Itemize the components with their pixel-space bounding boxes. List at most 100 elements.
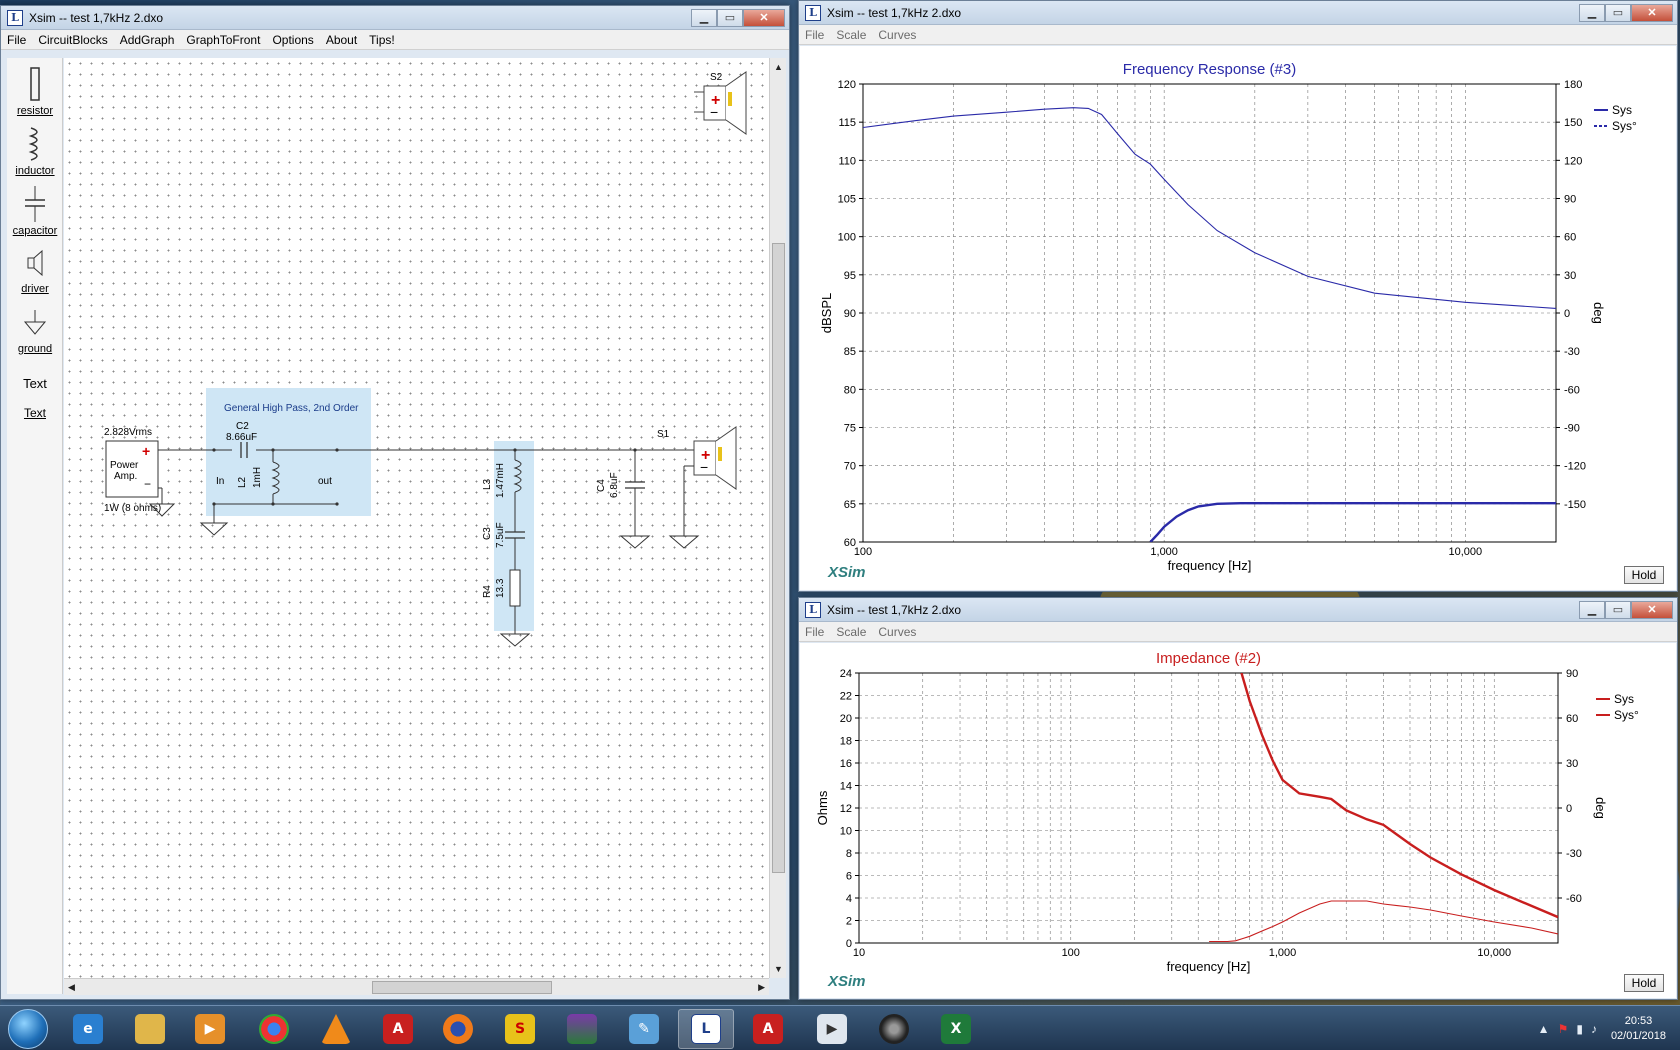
volume-icon[interactable]: ♪ <box>1591 1022 1597 1036</box>
maximize-button[interactable]: ▭ <box>1605 3 1631 22</box>
r4-value: 13.3 <box>495 578 506 598</box>
svg-text:−: − <box>700 459 708 475</box>
taskbar-excel[interactable]: X <box>928 1009 984 1049</box>
taskbar-chrome[interactable] <box>246 1009 302 1049</box>
capacitor-c4[interactable]: C4 6.8uF <box>596 450 645 536</box>
excel-icon: X <box>941 1014 971 1044</box>
power-amp-source[interactable]: + − Power Amp. 2.828Vrms 1W (8 ohms) <box>104 427 161 514</box>
scroll-left-arrow[interactable]: ◀ <box>68 982 75 993</box>
tool-resistor[interactable]: resistor <box>7 66 63 117</box>
menu-scale[interactable]: Scale <box>836 625 866 639</box>
taskbar-explorer[interactable] <box>122 1009 178 1049</box>
taskbar-firefox[interactable] <box>430 1009 486 1049</box>
inductor-icon <box>28 127 38 161</box>
taskbar-media[interactable]: ▶ <box>182 1009 238 1049</box>
svg-text:+: + <box>142 443 150 459</box>
tool-inductor[interactable]: inductor <box>7 126 63 177</box>
menu-about[interactable]: About <box>326 33 357 47</box>
hold-button[interactable]: Hold <box>1624 566 1664 584</box>
y-tick-label: 12 <box>840 803 852 815</box>
svg-text:−: − <box>144 477 151 491</box>
taskbar-xsim[interactable]: L <box>678 1009 734 1049</box>
y-tick-label: 115 <box>838 117 856 129</box>
y2-tick-label: 0 <box>1566 803 1572 815</box>
menu-curves[interactable]: Curves <box>878 28 916 42</box>
action-center-icon[interactable]: ⚑ <box>1558 1022 1569 1036</box>
frequency-response-window: L Xsim -- test 1,7kHz 2.dxo ▁ ▭ ✕ File S… <box>798 0 1678 592</box>
horizontal-scrollbar[interactable]: ◀ ▶ <box>64 978 769 995</box>
taskbar-acrobat[interactable]: A <box>740 1009 796 1049</box>
menu-addgraph[interactable]: AddGraph <box>120 33 175 47</box>
impedance-chart[interactable]: Impedance (#2)024681012141618202224-60-3… <box>800 643 1678 999</box>
driver-s1[interactable]: + − S1 <box>657 426 737 490</box>
scroll-thumb[interactable] <box>772 243 785 873</box>
close-button[interactable]: ✕ <box>1631 3 1673 22</box>
vertical-scrollbar[interactable]: ▲ ▼ <box>769 58 786 978</box>
series-line-1 <box>1149 502 1556 542</box>
tool-driver[interactable]: driver <box>7 248 63 295</box>
title-bar[interactable]: L Xsim -- test 1,7kHz 2.dxo ▁ ▭ ✕ <box>799 1 1677 25</box>
legend-label: Sys <box>1612 103 1632 117</box>
close-button[interactable]: ✕ <box>743 8 785 27</box>
block-title: General High Pass, 2nd Order <box>224 403 359 414</box>
folder-icon <box>135 1014 165 1044</box>
taskbar-winrar[interactable] <box>554 1009 610 1049</box>
clock[interactable]: 20:53 02/01/2018 <box>1611 1014 1666 1044</box>
scroll-down-arrow[interactable]: ▼ <box>774 964 783 974</box>
legend-label: Sys° <box>1612 119 1637 133</box>
tool-capacitor[interactable]: capacitor <box>7 186 63 237</box>
scroll-up-arrow[interactable]: ▲ <box>774 62 783 72</box>
clock-date: 02/01/2018 <box>1610 1029 1666 1042</box>
xsim-app-icon: L <box>805 4 821 21</box>
resistor-icon <box>30 67 40 101</box>
l2-value: 1mH <box>252 467 263 488</box>
tool-text-link[interactable]: Text <box>7 406 63 420</box>
menu-graphtofront[interactable]: GraphToFront <box>186 33 260 47</box>
maximize-button[interactable]: ▭ <box>717 8 743 27</box>
menu-curves[interactable]: Curves <box>878 625 916 639</box>
y2-tick-label: 120 <box>1564 155 1582 167</box>
x-tick-label: 1,000 <box>1150 546 1178 558</box>
schematic-canvas[interactable]: + − S2 General High Pass, 2nd Order + − … <box>64 58 769 978</box>
chart-title: Impedance (#2) <box>1156 650 1261 667</box>
hold-button[interactable]: Hold <box>1624 974 1664 992</box>
maximize-button[interactable]: ▭ <box>1605 600 1631 619</box>
menu-scale[interactable]: Scale <box>836 28 866 42</box>
c4-name: C4 <box>596 479 607 492</box>
menu-file[interactable]: File <box>805 28 824 42</box>
taskbar-vlc[interactable] <box>308 1009 364 1049</box>
start-button[interactable] <box>8 1009 48 1049</box>
taskbar-speaker[interactable] <box>866 1009 922 1049</box>
ground-icon <box>23 310 47 335</box>
scroll-thumb[interactable] <box>372 981 552 994</box>
menu-options[interactable]: Options <box>272 33 313 47</box>
taskbar-xsim2[interactable]: ▶ <box>804 1009 860 1049</box>
tool-ground[interactable]: ground <box>7 308 63 355</box>
close-button[interactable]: ✕ <box>1631 600 1673 619</box>
taskbar-autocad[interactable]: A <box>370 1009 426 1049</box>
y-tick-label: 8 <box>846 848 852 860</box>
y-tick-label: 2 <box>846 916 852 928</box>
s2-label: S2 <box>710 72 723 83</box>
title-bar[interactable]: L Xsim -- test 1,7kHz 2.dxo ▁ ▭ ✕ <box>799 598 1677 622</box>
taskbar-paint[interactable]: ✎ <box>616 1009 672 1049</box>
show-hidden-icon[interactable]: ▲ <box>1538 1022 1550 1036</box>
menu-file[interactable]: File <box>805 625 824 639</box>
scroll-right-arrow[interactable]: ▶ <box>758 982 765 993</box>
minimize-button[interactable]: ▁ <box>691 8 717 27</box>
minimize-button[interactable]: ▁ <box>1579 600 1605 619</box>
network-icon[interactable]: ▮ <box>1576 1022 1583 1036</box>
y2-tick-label: 60 <box>1564 232 1576 244</box>
driver-s2[interactable]: + − S2 <box>694 71 747 135</box>
frequency-response-chart[interactable]: Frequency Response (#3) 60 65 70 75 80 85 90 95 1… <box>800 46 1678 592</box>
taskbar-superman[interactable]: S <box>492 1009 548 1049</box>
title-bar[interactable]: L Xsim -- test 1,7kHz 2.dxo ▁ ▭ ✕ <box>1 6 789 30</box>
minimize-button[interactable]: ▁ <box>1579 3 1605 22</box>
menu-tips[interactable]: Tips! <box>369 33 395 47</box>
taskbar-ie[interactable]: e <box>60 1009 116 1049</box>
menu-circuitblocks[interactable]: CircuitBlocks <box>38 33 107 47</box>
menu-file[interactable]: File <box>7 33 26 47</box>
y-tick-label: 85 <box>844 346 856 358</box>
tool-text[interactable]: Text <box>7 376 63 391</box>
graph-area: Frequency Response (#3) 60 65 70 75 80 85 90 95 1… <box>800 46 1676 590</box>
